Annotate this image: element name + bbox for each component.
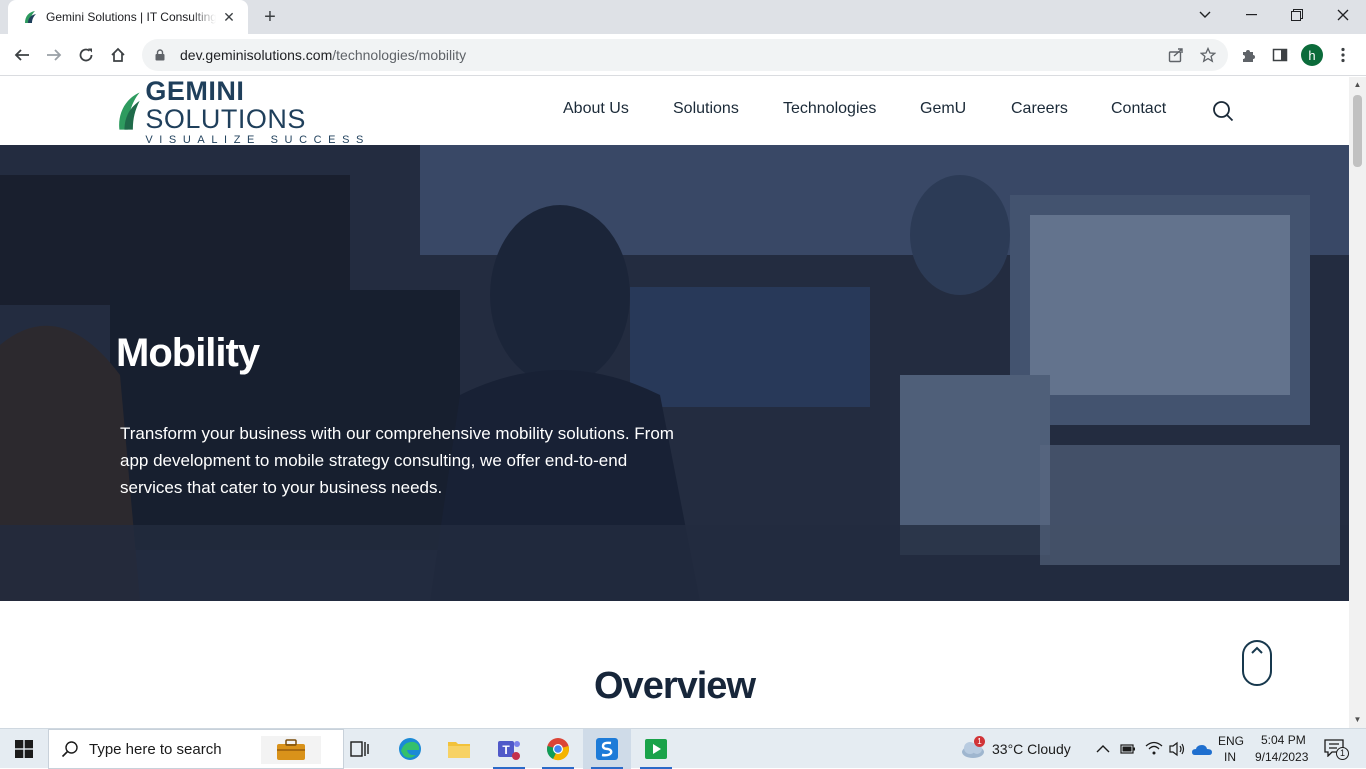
search-icon — [61, 741, 78, 758]
scrollbar-thumb[interactable] — [1353, 95, 1362, 167]
profile-avatar[interactable]: h — [1301, 44, 1323, 66]
share-icon[interactable] — [1166, 45, 1186, 65]
nav-about-us[interactable]: About Us — [563, 100, 629, 122]
snipping-app-icon[interactable] — [583, 729, 631, 769]
overview-heading: Overview — [594, 665, 756, 707]
notification-icon[interactable]: 1 — [1324, 739, 1349, 760]
clock-time[interactable]: 5:04 PM — [1261, 733, 1306, 747]
wifi-icon[interactable] — [1145, 741, 1163, 760]
home-icon[interactable] — [104, 42, 132, 68]
scroll-to-top-button[interactable] — [1242, 640, 1272, 686]
browser-tabstrip: Gemini Solutions | IT Consulting, ✕ + — [0, 0, 1366, 34]
svg-text:T: T — [502, 743, 510, 757]
nav-solutions[interactable]: Solutions — [673, 100, 739, 122]
file-explorer-icon[interactable] — [435, 729, 483, 769]
gemini-logo[interactable]: GEMINI SOLUTIONS VISUALIZE SUCCESS — [116, 77, 371, 146]
logo-tagline: VISUALIZE SUCCESS — [145, 133, 370, 146]
weather-badge: 1 — [974, 736, 985, 747]
side-panel-icon[interactable] — [1270, 45, 1290, 65]
nav-gemu[interactable]: GemU — [920, 100, 966, 122]
onedrive-cloud-icon[interactable] — [1192, 743, 1212, 761]
bookmark-star-icon[interactable] — [1198, 45, 1218, 65]
tab-search-chevron-icon[interactable] — [1182, 0, 1228, 30]
page-scrollbar[interactable]: ▲ ▼ — [1349, 77, 1366, 728]
task-view-icon[interactable] — [336, 729, 384, 769]
teams-icon[interactable]: T — [485, 729, 533, 769]
chrome-icon[interactable] — [534, 729, 582, 769]
new-tab-icon[interactable]: + — [258, 6, 282, 28]
search-icon[interactable] — [1212, 100, 1234, 122]
notification-count: 1 — [1336, 747, 1349, 760]
chevron-up-tray-icon[interactable] — [1096, 741, 1112, 757]
nav-contact[interactable]: Contact — [1111, 100, 1166, 122]
scroll-up-arrow-icon[interactable]: ▲ — [1353, 80, 1362, 89]
logo-wordmark: GEMINI SOLUTIONS — [145, 77, 306, 134]
page-viewport: GEMINI SOLUTIONS VISUALIZE SUCCESS About… — [0, 77, 1349, 728]
chrome-menu-icon[interactable] — [1333, 45, 1353, 65]
language-indicator[interactable]: ENG — [1218, 734, 1244, 748]
weather-cloud-icon[interactable]: 1 — [960, 736, 986, 760]
scroll-down-arrow-icon[interactable]: ▼ — [1353, 715, 1362, 724]
hero-description: Transform your business with our compreh… — [120, 424, 674, 497]
address-bar[interactable]: dev.geminisolutions.com/technologies/mob… — [142, 39, 1228, 71]
minimize-icon[interactable] — [1228, 0, 1274, 30]
volume-icon[interactable] — [1168, 741, 1186, 762]
hero-banner: Mobility Transform your business with ou… — [0, 145, 1349, 601]
reload-icon[interactable] — [72, 42, 100, 68]
lock-icon[interactable] — [152, 47, 168, 63]
browser-toolbar: dev.geminisolutions.com/technologies/mob… — [0, 34, 1366, 76]
url-text: dev.geminisolutions.com/technologies/mob… — [180, 47, 467, 63]
clock-date[interactable]: 9/14/2023 — [1255, 750, 1308, 764]
tab-title: Gemini Solutions | IT Consulting, — [46, 10, 216, 24]
chevron-up-icon — [1251, 646, 1263, 654]
windows-taskbar: Type here to search T 1 33°C Cloudy ENG … — [0, 728, 1366, 769]
restore-icon[interactable] — [1274, 0, 1320, 30]
site-header: GEMINI SOLUTIONS VISUALIZE SUCCESS About… — [0, 77, 1349, 146]
page-title: Mobility — [116, 331, 260, 375]
forward-arrow-icon[interactable] — [40, 42, 68, 68]
windows-start-icon[interactable] — [0, 729, 48, 769]
nav-careers[interactable]: Careers — [1011, 100, 1068, 122]
battery-icon[interactable] — [1120, 742, 1136, 760]
edge-browser-icon[interactable] — [386, 729, 434, 769]
briefcase-icon[interactable] — [261, 736, 321, 764]
gemini-leaf-icon — [119, 92, 140, 130]
browser-tab-active[interactable]: Gemini Solutions | IT Consulting, ✕ — [8, 0, 248, 34]
language-region[interactable]: IN — [1224, 750, 1236, 764]
weather-text[interactable]: 33°C Cloudy — [992, 741, 1071, 757]
extensions-puzzle-icon[interactable] — [1238, 45, 1258, 65]
media-player-icon[interactable] — [632, 729, 680, 769]
search-placeholder: Type here to search — [89, 740, 222, 758]
gemini-favicon-icon — [22, 9, 38, 25]
close-window-icon[interactable] — [1320, 0, 1366, 30]
nav-technologies[interactable]: Technologies — [783, 100, 876, 122]
back-arrow-icon[interactable] — [8, 42, 36, 68]
tab-close-icon[interactable]: ✕ — [220, 8, 238, 26]
taskbar-search-box[interactable]: Type here to search — [48, 729, 344, 769]
